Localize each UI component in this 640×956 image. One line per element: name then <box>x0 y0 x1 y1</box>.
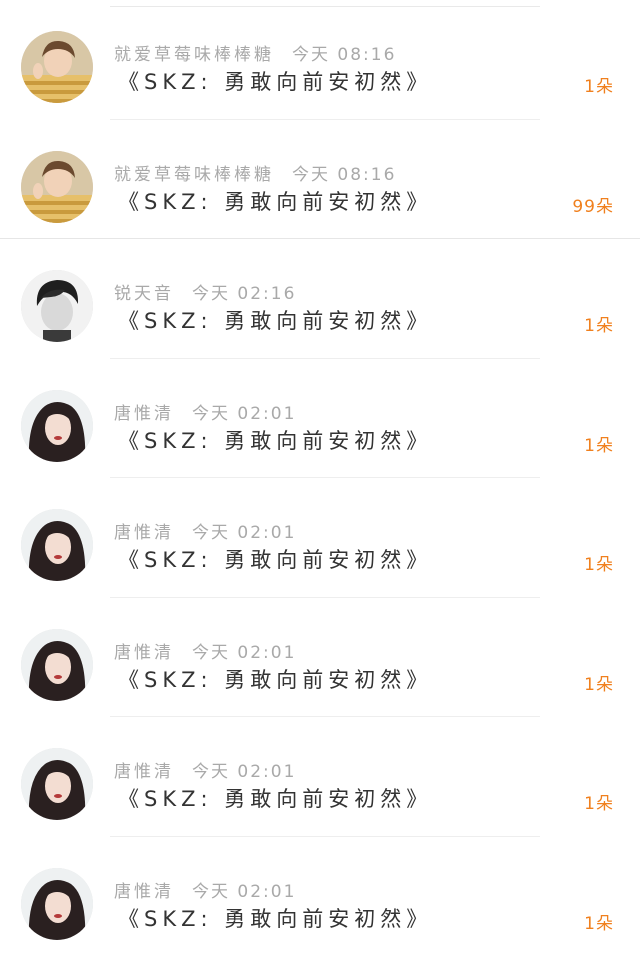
timestamp: 今天 02:16 <box>192 284 297 304</box>
gift-message: 《SKZ: 勇敢向前安初然》 <box>118 667 433 692</box>
gift-message: 《SKZ: 勇敢向前安初然》 <box>118 309 433 333</box>
gift-count: 1朵 <box>584 674 614 695</box>
gift-record-item[interactable]: 锐天音 今天 02:16 《SKZ: 勇敢向前安初然》 1朵 <box>0 239 640 359</box>
username[interactable]: 锐天音 <box>114 284 174 304</box>
timestamp: 今天 08:16 <box>292 45 397 65</box>
avatar[interactable] <box>21 270 93 342</box>
gift-record-item[interactable]: 唐惟清 今天 02:01 《SKZ: 勇敢向前安初然》 1朵 <box>0 837 640 956</box>
username[interactable]: 唐惟清 <box>114 882 174 902</box>
gift-record-item[interactable]: 唐惟清 今天 02:01 《SKZ: 勇敢向前安初然》 1朵 <box>0 598 640 717</box>
avatar[interactable] <box>21 31 93 103</box>
gift-message: 《SKZ: 勇敢向前安初然》 <box>118 189 433 214</box>
timestamp: 今天 02:01 <box>192 762 297 782</box>
gift-count: 1朵 <box>584 794 614 814</box>
gift-count: 1朵 <box>584 555 614 575</box>
gift-message: 《SKZ: 勇敢向前安初然》 <box>118 787 433 811</box>
username[interactable]: 唐惟清 <box>114 404 174 424</box>
username[interactable]: 唐惟清 <box>114 643 174 663</box>
gift-record-item[interactable]: 就爱草莓味棒棒糖 今天 08:16 《SKZ: 勇敢向前安初然》 99朵 <box>0 120 640 239</box>
username[interactable]: 就爱草莓味棒棒糖 <box>114 165 274 185</box>
timestamp: 今天 02:01 <box>192 403 297 424</box>
avatar[interactable] <box>21 748 93 820</box>
gift-count: 1朵 <box>584 913 614 934</box>
gift-count: 1朵 <box>584 77 614 97</box>
gift-record-item[interactable]: 唐惟清 今天 02:01 《SKZ: 勇敢向前安初然》 1朵 <box>0 717 640 837</box>
username[interactable]: 唐惟清 <box>114 762 174 782</box>
gift-message: 《SKZ: 勇敢向前安初然》 <box>118 70 433 94</box>
username[interactable]: 就爱草莓味棒棒糖 <box>114 45 274 65</box>
username[interactable]: 唐惟清 <box>114 523 174 543</box>
gift-record-item[interactable]: 就爱草莓味棒棒糖 今天 08:16 《SKZ: 勇敢向前安初然》 1朵 <box>0 0 640 120</box>
gift-record-item[interactable]: 唐惟清 今天 02:01 《SKZ: 勇敢向前安初然》 1朵 <box>0 478 640 598</box>
gift-message: 《SKZ: 勇敢向前安初然》 <box>118 548 433 572</box>
gift-message: 《SKZ: 勇敢向前安初然》 <box>118 906 433 931</box>
avatar[interactable] <box>21 867 93 940</box>
gift-count: 1朵 <box>584 316 614 336</box>
avatar[interactable] <box>21 509 93 581</box>
timestamp: 今天 08:16 <box>292 164 397 185</box>
avatar[interactable] <box>21 628 93 701</box>
gift-count: 1朵 <box>584 435 614 456</box>
timestamp: 今天 02:01 <box>192 642 297 663</box>
gift-record-item[interactable]: 唐惟清 今天 02:01 《SKZ: 勇敢向前安初然》 1朵 <box>0 359 640 478</box>
avatar[interactable] <box>21 389 93 462</box>
timestamp: 今天 02:01 <box>192 881 297 902</box>
avatar[interactable] <box>21 150 93 223</box>
gift-count: 99朵 <box>572 196 614 217</box>
gift-message: 《SKZ: 勇敢向前安初然》 <box>118 428 433 453</box>
timestamp: 今天 02:01 <box>192 523 297 543</box>
